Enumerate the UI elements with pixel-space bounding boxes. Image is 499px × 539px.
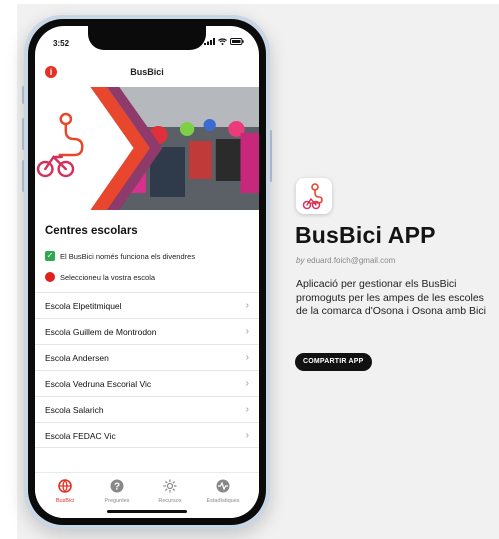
globe-icon — [58, 479, 72, 493]
chevron-right-icon: › — [245, 300, 249, 311]
app-description: Aplicació per gestionar els BusBici prom… — [296, 278, 486, 317]
list-item-school[interactable]: Escola FEDAC Vic › — [35, 422, 259, 448]
school-name: Escola Andersen — [45, 353, 109, 363]
share-app-button[interactable]: COMPARTIR APP — [295, 353, 372, 371]
system-icons — [204, 38, 244, 45]
phone-screen: 3:52 i BusBici Centres escolars ✓ El Bus… — [35, 26, 259, 518]
hero-image — [35, 87, 259, 210]
chevron-right-icon: › — [245, 404, 249, 415]
app-name: BusBici APP — [295, 222, 436, 248]
school-name: Escola Salarich — [45, 405, 104, 415]
school-name: Escola Vedruna Escorial Vic — [45, 379, 152, 389]
author-prefix: by — [296, 256, 305, 265]
note-text: Seleccioneu la vostra escola — [60, 272, 156, 282]
note-fridays: ✓ El BusBici només funciona els divendre… — [45, 251, 195, 261]
tab-label: Recursos — [158, 498, 182, 504]
tab-label: Preguntes — [104, 498, 130, 504]
list-item-school[interactable]: Escola Elpetitmiquel › — [35, 292, 259, 318]
question-icon: ? — [110, 479, 124, 493]
list-item-school[interactable]: Escola Salarich › — [35, 396, 259, 422]
app-logo-icon — [296, 178, 332, 214]
list-item-school[interactable]: Escola Andersen › — [35, 344, 259, 370]
phone-frame: 3:52 i BusBici Centres escolars ✓ El Bus… — [24, 15, 270, 529]
tab-label: BusBici — [55, 498, 75, 504]
check-icon: ✓ — [45, 251, 55, 261]
list-item-school[interactable]: Escola Guillem de Montrodon › — [35, 318, 259, 344]
status-bar: 3:52 — [35, 26, 259, 54]
school-name: Escola FEDAC Vic — [45, 431, 116, 441]
section-title: Centres escolars — [45, 225, 138, 237]
chevron-right-icon: › — [245, 326, 249, 337]
tab-estadistiques[interactable]: Estadístiques — [199, 479, 247, 504]
tab-recursos[interactable]: Recursos — [146, 479, 194, 504]
pulse-icon — [216, 479, 230, 493]
app-bar: i BusBici — [35, 64, 259, 82]
school-list: Escola Elpetitmiquel › Escola Guillem de … — [35, 292, 259, 448]
note-text: El BusBici només funciona els divendres — [60, 251, 196, 261]
red-dot-icon — [45, 272, 55, 282]
chevron-right-icon: › — [245, 378, 249, 389]
tab-preguntes[interactable]: ? Preguntes — [93, 479, 141, 504]
svg-text:?: ? — [114, 482, 120, 493]
status-time: 3:52 — [53, 39, 70, 48]
tab-label: Estadístiques — [206, 498, 240, 504]
home-indicator — [107, 510, 187, 513]
tab-busbici[interactable]: BusBici — [41, 479, 89, 504]
tab-bar: BusBici ? Preguntes Recursos Estadístiqu… — [35, 472, 259, 518]
chevron-right-icon: › — [245, 352, 249, 363]
sun-icon — [163, 479, 177, 493]
signal-icon — [204, 38, 215, 45]
battery-icon — [230, 38, 244, 45]
wifi-icon — [218, 38, 227, 45]
list-item-school[interactable]: Escola Vedruna Escorial Vic › — [35, 370, 259, 396]
notch — [88, 26, 206, 50]
app-title: BusBici — [130, 67, 164, 77]
author-line: by eduard.foich@gmail.com — [296, 256, 395, 265]
author-email[interactable]: eduard.foich@gmail.com — [307, 256, 396, 265]
chevron-right-icon: › — [245, 430, 249, 441]
school-name: Escola Elpetitmiquel — [45, 301, 122, 311]
note-select-school: Seleccioneu la vostra escola — [45, 272, 155, 282]
school-name: Escola Guillem de Montrodon — [45, 327, 157, 337]
